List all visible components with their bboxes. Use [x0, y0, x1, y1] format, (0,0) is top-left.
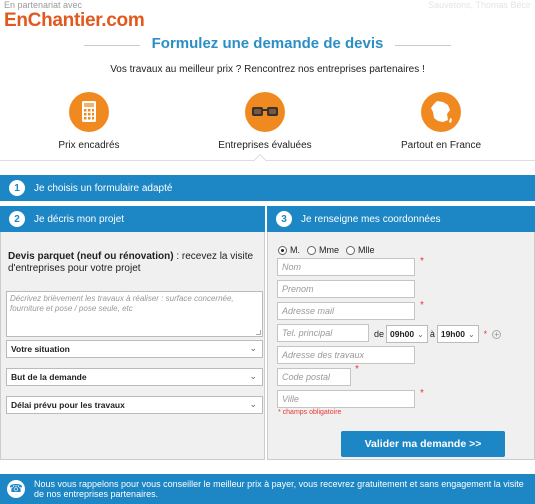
feature-prix: Prix encadrés — [14, 92, 164, 151]
select-label: Délai prévu pour les travaux — [11, 400, 125, 410]
glasses-icon — [245, 92, 285, 132]
radio-label: Mme — [319, 245, 339, 255]
partner-label: En partenariat avec — [4, 0, 83, 10]
situation-select[interactable]: Votre situation ⌄ — [6, 340, 263, 358]
radio-label: M. — [290, 245, 300, 255]
page-title: Formulez une demande de devis — [151, 35, 384, 52]
select-label: Votre situation — [11, 344, 70, 354]
step-3-bar[interactable]: 3 Je renseigne mes coordonnées — [267, 206, 535, 232]
calculator-icon — [69, 92, 109, 132]
required-marker: * — [420, 388, 424, 399]
step-number: 1 — [9, 180, 25, 196]
france-map-icon — [421, 92, 461, 132]
chevron-down-icon: ⌄ — [249, 399, 257, 409]
nom-input[interactable]: Nom — [277, 258, 415, 276]
chevron-down-icon: ⌄ — [249, 343, 257, 353]
chevron-down-icon: ⌄ — [249, 371, 257, 381]
email-input[interactable]: Adresse mail — [277, 302, 415, 320]
required-marker: * — [420, 300, 424, 311]
mandatory-note: * champs obligatoire — [278, 409, 342, 416]
feature-label: Partout en France — [400, 140, 482, 151]
city-input[interactable]: Ville — [277, 390, 415, 408]
work-address-input[interactable]: Adresse des travaux — [277, 346, 415, 364]
step-number: 2 — [9, 211, 25, 227]
postal-code-input[interactable]: Code postal — [277, 368, 351, 386]
chevron-down-icon: ⌄ — [467, 329, 475, 339]
textarea-placeholder: Décrivez brièvement les travaux à réalis… — [10, 294, 234, 313]
required-marker: * — [355, 364, 359, 375]
step-number: 3 — [276, 211, 292, 227]
enchantier-logo[interactable]: EnChantier.com — [4, 10, 145, 32]
chevron-down-icon: ⌄ — [417, 329, 424, 339]
hour-from-select[interactable]: 09h00 ⌄ — [386, 325, 428, 343]
feature-label: Prix encadrés — [58, 140, 120, 151]
feature-entreprises: Entreprises évaluées — [190, 92, 340, 151]
callback-banner: ☎ Nous vous rappelons pour vous conseill… — [0, 474, 535, 504]
step-label: Je choisis un formulaire adapté — [34, 182, 173, 194]
phone-input[interactable]: Tel. principal — [277, 324, 369, 342]
project-panel: Devis parquet (neuf ou rénovation) : rec… — [0, 232, 265, 460]
feature-france: Partout en France — [366, 92, 516, 151]
from-label: de — [374, 329, 385, 339]
divider-notch — [252, 153, 268, 169]
step-label: Je décris mon projet — [34, 213, 125, 225]
corner-label: Sauvetons, Thomas Bécir — [428, 0, 531, 10]
step-1-bar[interactable]: 1 Je choisis un formulaire adapté — [0, 175, 535, 201]
call-hours: de 09h00 ⌄ à 19h00 ⌄ * + — [374, 325, 502, 343]
select-label: But de la demande — [11, 372, 87, 382]
step-2-bar[interactable]: 2 Je décris mon projet — [0, 206, 265, 232]
step-label: Je renseigne mes coordonnées — [301, 213, 441, 225]
prenom-input[interactable]: Prenom — [277, 280, 415, 298]
radio-mlle[interactable] — [346, 245, 355, 255]
delay-select[interactable]: Délai prévu pour les travaux ⌄ — [6, 396, 263, 414]
submit-button[interactable]: Valider ma demande >> — [341, 431, 505, 457]
page-subtitle: Vos travaux au meilleur prix ? Rencontre… — [110, 64, 425, 75]
resize-handle[interactable] — [256, 330, 261, 335]
radio-m[interactable] — [278, 245, 287, 255]
to-label: à — [429, 329, 435, 339]
radio-mme[interactable] — [307, 245, 316, 255]
contact-panel: M. Mme Mlle Nom * Prenom Adresse mail * … — [267, 232, 535, 460]
project-textarea[interactable]: Décrivez brièvement les travaux à réalis… — [6, 291, 263, 337]
feature-label: Entreprises évaluées — [218, 140, 312, 151]
project-title: Devis parquet (neuf ou rénovation) — [8, 251, 174, 262]
required-marker: * — [483, 329, 488, 339]
callback-text: Nous vous rappelons pour vous conseiller… — [34, 479, 524, 499]
project-description: Devis parquet (neuf ou rénovation) : rec… — [8, 251, 258, 275]
required-marker: * — [420, 256, 424, 267]
add-phone-icon[interactable]: + — [492, 329, 502, 339]
hour-value: 19h00 — [440, 329, 465, 339]
phone-icon: ☎ — [7, 480, 25, 498]
radio-label: Mlle — [358, 245, 375, 255]
goal-select[interactable]: But de la demande ⌄ — [6, 368, 263, 386]
hour-value: 09h00 — [390, 329, 415, 339]
civility-group: M. Mme Mlle — [278, 245, 379, 255]
hour-to-select[interactable]: 19h00 ⌄ — [436, 325, 479, 343]
